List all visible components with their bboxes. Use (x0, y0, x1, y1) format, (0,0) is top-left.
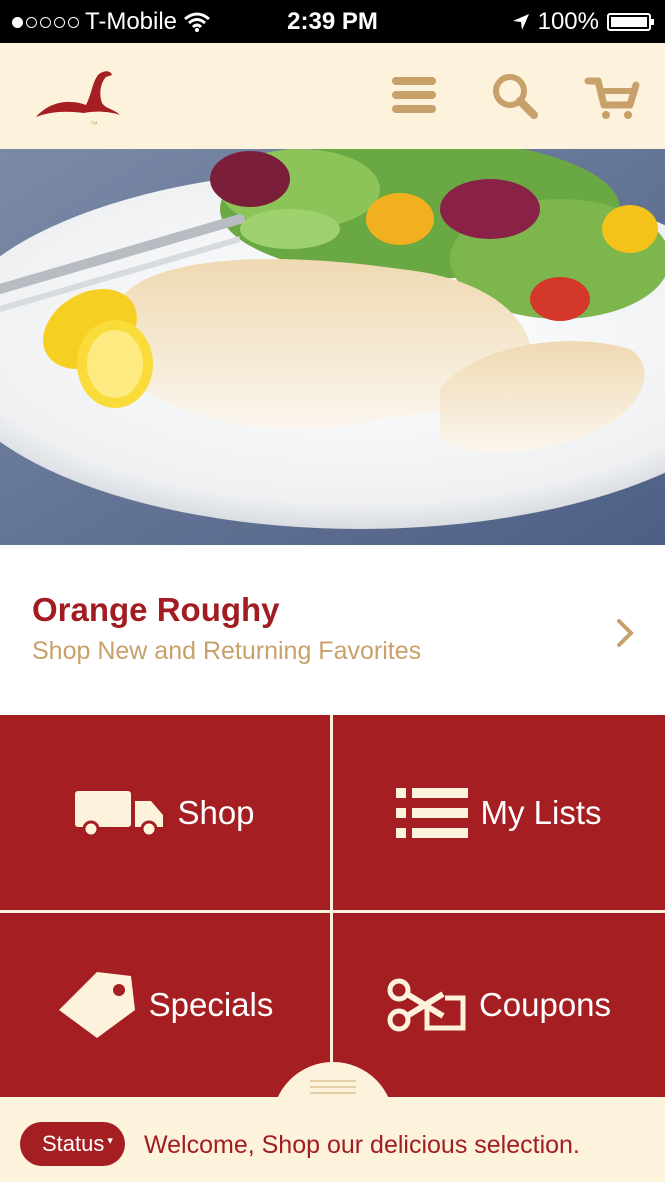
grid-divider-horizontal (0, 910, 665, 913)
search-icon[interactable] (490, 71, 540, 121)
battery-icon (607, 13, 654, 31)
scissors-coupon-icon (387, 978, 466, 1032)
coupons-label: Coupons (478, 986, 612, 1023)
truck-icon (75, 790, 164, 837)
battery-group: 100% (512, 8, 654, 36)
my-lists-tile-button[interactable]: My Lists (333, 715, 665, 910)
coupons-tile-button[interactable]: Coupons (333, 913, 665, 1097)
location-arrow-icon (512, 14, 529, 30)
price-tag-icon (58, 972, 135, 1038)
cart-icon[interactable] (584, 71, 642, 121)
main-nav-grid: Shop My Lists Specials Coupons (0, 715, 665, 1097)
menu-icon[interactable] (390, 71, 438, 119)
list-icon (396, 787, 469, 838)
promo-title: Orange Roughy (32, 591, 280, 628)
caret-down-icon: ▾ (107, 1134, 113, 1147)
grid-divider-vertical (330, 715, 333, 1097)
status-footer: Status ▾ Welcome, Shop our delicious sel… (0, 1097, 665, 1182)
shop-tile-button[interactable]: Shop (0, 715, 330, 910)
battery-percent: 100% (537, 8, 599, 35)
promo-subtitle: Shop New and Returning Favorites (32, 637, 422, 665)
status-button-label: Status (42, 1131, 105, 1156)
specials-tile-button[interactable]: Specials (0, 913, 330, 1097)
app-header: ™ (0, 43, 665, 149)
status-button[interactable]: Status ▾ (20, 1122, 125, 1166)
welcome-message: Welcome, Shop our delicious selection. (144, 1131, 580, 1159)
trademark-mark: ™ (90, 120, 98, 129)
specials-label: Specials (148, 986, 274, 1023)
swan-logo-icon[interactable]: ™ (30, 61, 130, 131)
ios-status-bar: T-Mobile 2:39 PM 100% (0, 0, 665, 43)
my-lists-label: My Lists (480, 793, 602, 831)
shop-label: Shop (177, 793, 255, 831)
grip-icon (310, 1080, 356, 1098)
chevron-right-icon (617, 619, 634, 647)
hero-image[interactable] (0, 149, 665, 545)
promo-banner[interactable]: Orange Roughy Shop New and Returning Fav… (0, 545, 665, 715)
fish-plate-photo (0, 149, 665, 545)
